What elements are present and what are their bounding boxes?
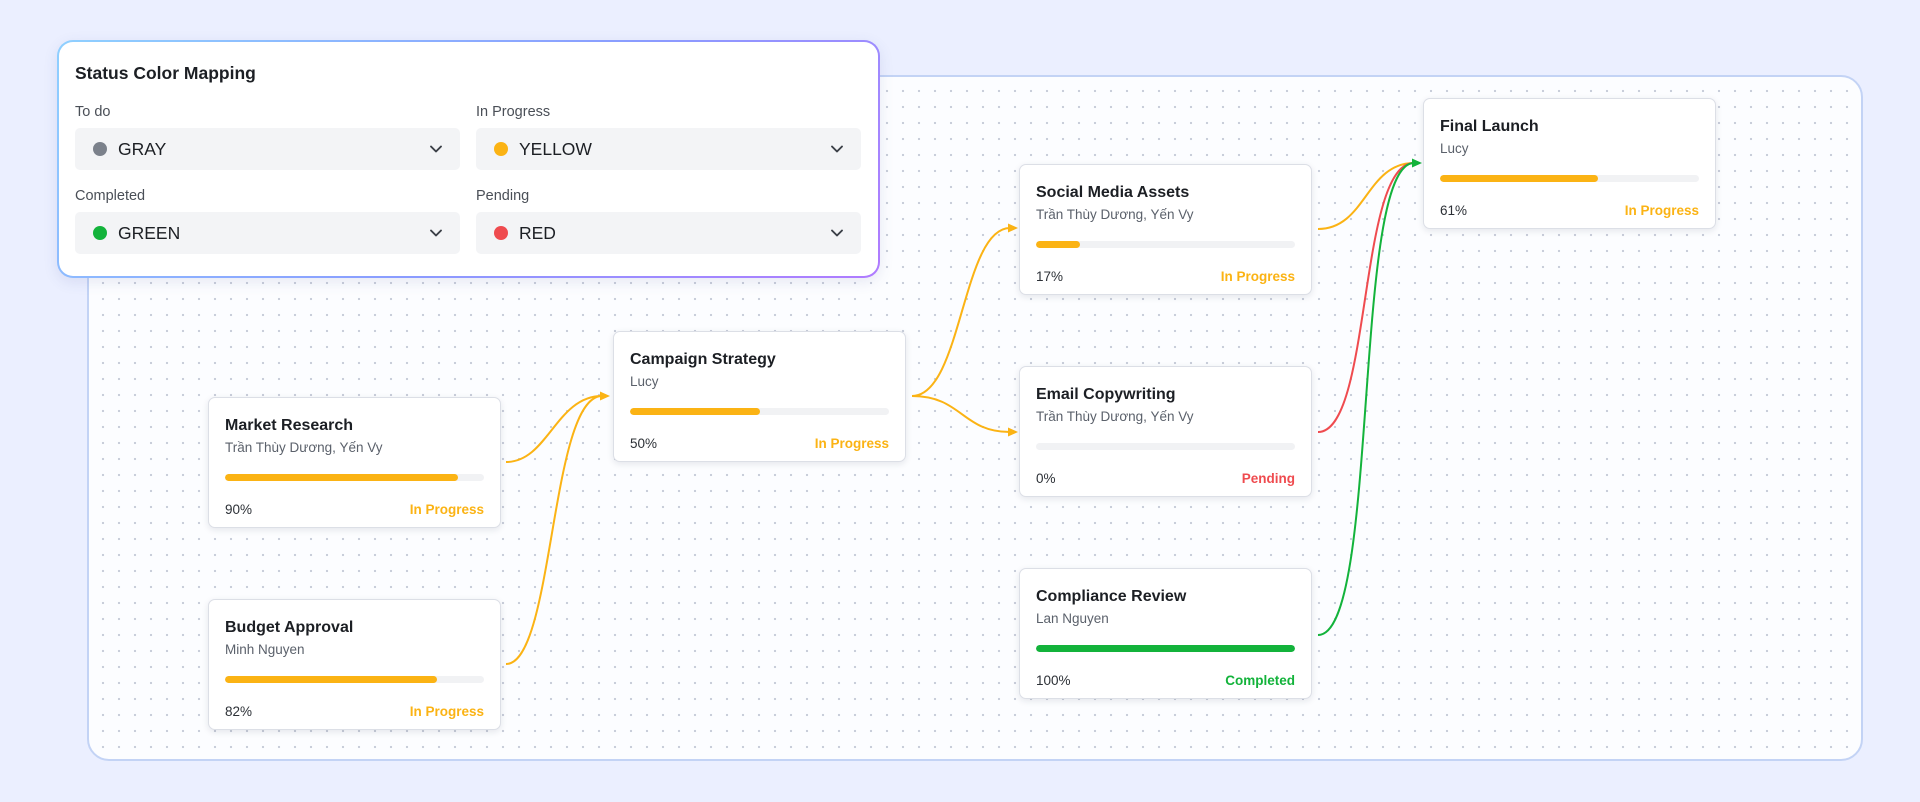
chevron-down-icon xyxy=(831,145,843,153)
progress-track xyxy=(1036,241,1295,248)
node-budget-approval[interactable]: Budget Approval Minh Nguyen 82% In Progr… xyxy=(208,599,501,730)
color-dot xyxy=(494,142,508,156)
select-value: YELLOW xyxy=(519,139,592,159)
progress-fill xyxy=(1036,645,1295,652)
panel-title: Status Color Mapping xyxy=(75,63,256,83)
progress-track xyxy=(1036,443,1295,450)
node-compliance-review[interactable]: Compliance Review Lan Nguyen 100% Comple… xyxy=(1019,568,1312,699)
todo-label: To do xyxy=(75,104,111,120)
progress-percent: 61% xyxy=(1440,203,1468,218)
node-title: Email Copywriting xyxy=(1036,386,1176,403)
chevron-down-icon xyxy=(831,229,843,237)
node-assignee: Lan Nguyen xyxy=(1036,611,1109,626)
progress-percent: 82% xyxy=(225,704,253,719)
completed-color-select[interactable]: GREEN xyxy=(75,212,460,254)
node-assignee: Minh Nguyen xyxy=(225,642,305,657)
in-progress-color-select[interactable]: YELLOW xyxy=(476,128,861,170)
todo-color-select[interactable]: GRAY xyxy=(75,128,460,170)
node-title: Social Media Assets xyxy=(1036,184,1190,201)
progress-percent: 90% xyxy=(225,502,253,517)
node-assignee: Lucy xyxy=(630,374,659,389)
progress-fill xyxy=(1036,241,1081,248)
pending-label: Pending xyxy=(476,188,530,204)
node-title: Final Launch xyxy=(1440,118,1539,135)
node-title: Budget Approval xyxy=(225,619,354,636)
status-label: In Progress xyxy=(1624,203,1699,218)
progress-fill xyxy=(225,676,438,683)
color-dot xyxy=(93,142,107,156)
chevron-down-icon xyxy=(430,145,442,153)
in-progress-label: In Progress xyxy=(476,104,551,120)
node-title: Compliance Review xyxy=(1036,588,1187,605)
node-title: Market Research xyxy=(225,417,354,434)
node-title: Campaign Strategy xyxy=(630,351,776,368)
node-final-launch[interactable]: Final Launch Lucy 61% In Progress xyxy=(1423,98,1716,229)
status-color-mapping-panel: Status Color Mapping To do GRAY In Progr… xyxy=(57,40,880,278)
node-market-research[interactable]: Market Research Trần Thùy Dương, Yến Vy … xyxy=(208,397,501,528)
select-value: RED xyxy=(519,223,556,243)
progress-percent: 50% xyxy=(630,436,658,451)
progress-percent: 0% xyxy=(1036,471,1056,486)
status-label: In Progress xyxy=(814,436,889,451)
node-social-media-assets[interactable]: Social Media Assets Trần Thùy Dương, Yến… xyxy=(1019,164,1312,295)
progress-track xyxy=(1036,645,1295,652)
node-campaign-strategy[interactable]: Campaign Strategy Lucy 50% In Progress xyxy=(613,331,906,462)
pending-color-select[interactable]: RED xyxy=(476,212,861,254)
node-assignee: Trần Thùy Dương, Yến Vy xyxy=(225,440,383,455)
node-assignee: Trần Thùy Dương, Yến Vy xyxy=(1036,207,1194,222)
status-label: In Progress xyxy=(409,502,484,517)
progress-fill xyxy=(630,408,760,415)
select-value: GREEN xyxy=(118,223,181,243)
completed-label: Completed xyxy=(75,188,146,204)
progress-percent: 17% xyxy=(1036,269,1064,284)
node-email-copywriting[interactable]: Email Copywriting Trần Thùy Dương, Yến V… xyxy=(1019,366,1312,497)
node-assignee: Lucy xyxy=(1440,141,1469,156)
status-label: In Progress xyxy=(1220,269,1295,284)
status-label: Pending xyxy=(1241,471,1295,486)
progress-fill xyxy=(1440,175,1598,182)
progress-track xyxy=(225,474,484,481)
color-dot xyxy=(494,226,508,240)
select-value: GRAY xyxy=(118,139,167,159)
node-assignee: Trần Thùy Dương, Yến Vy xyxy=(1036,409,1194,424)
color-dot xyxy=(93,226,107,240)
progress-track xyxy=(1440,175,1699,182)
progress-track xyxy=(225,676,484,683)
chevron-down-icon xyxy=(430,229,442,237)
progress-track xyxy=(630,408,889,415)
status-label: In Progress xyxy=(409,704,484,719)
status-label: Completed xyxy=(1225,673,1295,688)
progress-percent: 100% xyxy=(1036,673,1071,688)
progress-fill xyxy=(225,474,459,481)
